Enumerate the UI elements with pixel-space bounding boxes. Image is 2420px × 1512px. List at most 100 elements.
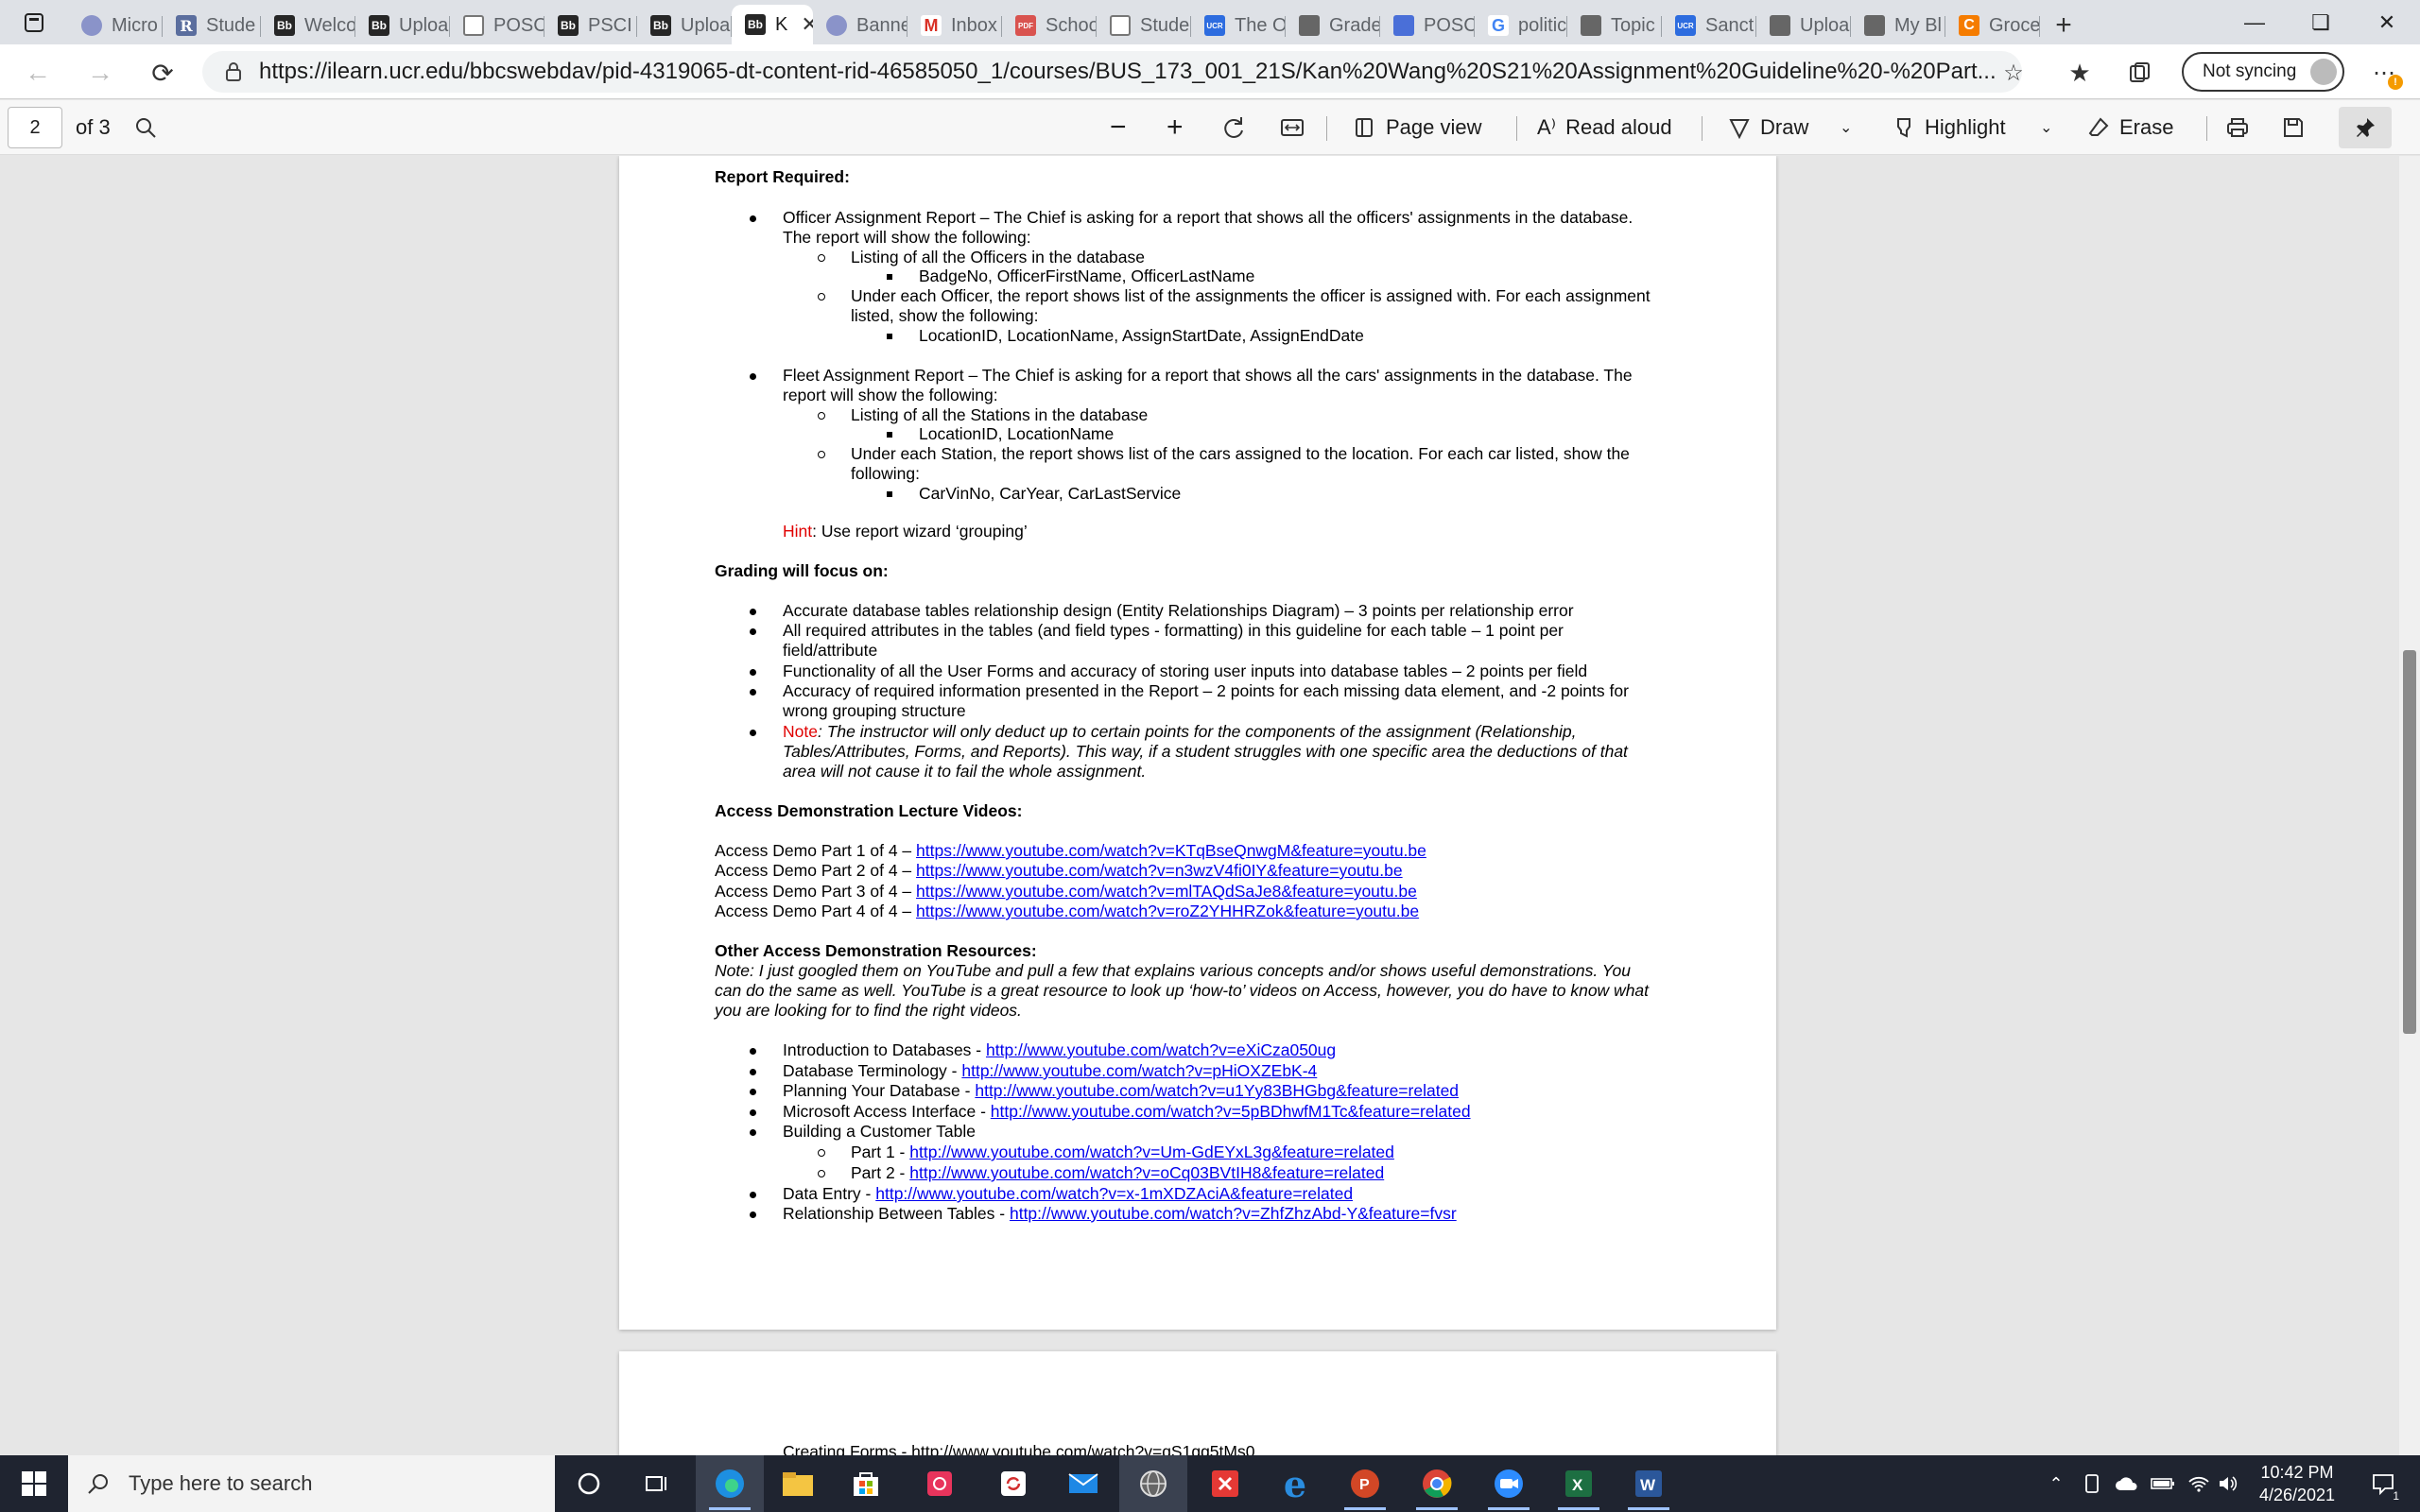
restore-button[interactable]: ❏ (2288, 0, 2354, 44)
browser-tab[interactable]: POSC (1380, 7, 1475, 44)
browser-tab[interactable]: My Bl (1851, 7, 1945, 44)
resource-link[interactable]: http://www.youtube.com/watch?v=pHiOXZEbK… (961, 1061, 1317, 1080)
erase-button[interactable]: Erase (2087, 107, 2173, 148)
demo-link[interactable]: https://www.youtube.com/watch?v=roZ2YHHR… (916, 902, 1419, 920)
edge-taskbar-icon[interactable] (696, 1455, 764, 1512)
browser-tab[interactable]: Bb PSCI 3 (544, 7, 637, 44)
onedrive-cloud-icon[interactable] (2112, 1455, 2142, 1512)
notification-center-icon[interactable]: 1 (2360, 1455, 2407, 1512)
resource-link[interactable]: http://www.youtube.com/watch?v=5pBDhwfM1… (991, 1102, 1471, 1121)
zoom-out-button[interactable]: − (1110, 107, 1127, 148)
resource-link[interactable]: http://www.youtube.com/watch?v=ZhfZhzAbd… (1010, 1204, 1457, 1223)
minimize-button[interactable]: — (2221, 0, 2288, 44)
cortana-icon[interactable] (555, 1455, 623, 1512)
resource-link[interactable]: http://www.youtube.com/watch?v=x-1mXDZAc… (875, 1184, 1353, 1203)
settings-menu-button[interactable]: ⋯ ! (2365, 54, 2403, 92)
powerpoint-icon[interactable]: P (1331, 1455, 1399, 1512)
resource-link[interactable]: http://www.youtube.com/watch?v=eXiCza050… (986, 1040, 1336, 1059)
print-icon[interactable] (2225, 107, 2250, 148)
network-globe-icon[interactable] (1119, 1455, 1187, 1512)
app-red-x-icon[interactable] (1191, 1455, 1259, 1512)
resource-link[interactable]: http://www.youtube.com/watch?v=Um-GdEYxL… (909, 1143, 1394, 1161)
tab-actions-button[interactable] (0, 0, 68, 44)
back-button[interactable]: ← (19, 54, 57, 92)
highlight-dropdown-chevron-down-icon[interactable]: ⌄ (2040, 107, 2052, 148)
draw-button[interactable]: Draw (1728, 107, 1808, 148)
browser-tab[interactable]: Micro (68, 7, 163, 44)
app-sync-icon[interactable] (979, 1455, 1047, 1512)
browser-tab[interactable]: Bb Uploa (355, 7, 450, 44)
zoom-icon[interactable] (1475, 1455, 1543, 1512)
rotate-icon[interactable] (1221, 107, 1246, 148)
resource-link[interactable]: http://www.youtube.com/watch?v=oCq03BVtI… (909, 1163, 1384, 1182)
save-icon[interactable] (2282, 107, 2305, 148)
start-button[interactable] (0, 1455, 68, 1512)
highlight-icon (1897, 118, 1910, 138)
bullet (818, 1149, 825, 1157)
browser-tab[interactable]: Bb Welco (261, 7, 355, 44)
browser-tab[interactable]: UCR The O (1191, 7, 1286, 44)
wifi-icon[interactable] (2184, 1455, 2214, 1512)
battery-icon[interactable] (2148, 1455, 2178, 1512)
browser-tab[interactable]: Bb Uploa (637, 7, 732, 44)
demo-link[interactable]: https://www.youtube.com/watch?v=KTqBseQn… (916, 841, 1426, 860)
close-tab-icon[interactable]: ✕ (801, 12, 813, 37)
vertical-scrollbar[interactable] (2399, 156, 2420, 1455)
system-clock[interactable]: 10:42 PM 4/26/2021 (2240, 1461, 2354, 1506)
browser-tab[interactable]: Stude (1097, 7, 1191, 44)
refresh-button[interactable]: ⟳ (144, 54, 182, 92)
pdf-viewer[interactable]: Report Required: Officer Assignment Repo… (0, 156, 2420, 1455)
mail-icon[interactable] (1049, 1455, 1117, 1512)
taskbar-search-box[interactable]: Type here to search (68, 1455, 555, 1512)
browser-tab[interactable]: PDF Schoo (1002, 7, 1097, 44)
demo-link[interactable]: https://www.youtube.com/watch?v=n3wzV4fi… (916, 861, 1403, 880)
scrollbar-thumb[interactable] (2403, 650, 2416, 1034)
browser-tab[interactable]: C Groce (1945, 7, 2040, 44)
close-window-button[interactable]: ✕ (2354, 0, 2420, 44)
show-hidden-icons-chevron-up-icon[interactable]: ⌃ (2042, 1455, 2070, 1512)
word-icon[interactable]: W (1615, 1455, 1683, 1512)
read-aloud-button[interactable]: A⁾ Read aloud (1537, 107, 1672, 148)
chrome-icon[interactable] (1403, 1455, 1471, 1512)
highlight-button[interactable]: Highlight (1893, 107, 2006, 148)
collections-icon[interactable] (2121, 54, 2159, 92)
browser-tab[interactable]: M Inbox (908, 7, 1002, 44)
browser-tab[interactable]: Bb K ✕ (732, 5, 813, 44)
add-favorite-icon[interactable]: ☆ (1995, 54, 2032, 92)
browser-tab[interactable]: POSC (450, 7, 544, 44)
tab-label: Stude (206, 14, 256, 36)
fit-width-icon[interactable] (1280, 107, 1305, 148)
internet-explorer-icon[interactable]: e (1261, 1455, 1329, 1512)
browser-tab[interactable]: Grade (1286, 7, 1380, 44)
browser-tab[interactable]: Uploa (1756, 7, 1851, 44)
resource-link[interactable]: http://www.youtube.com/watch?v=u1Yy83BHG… (975, 1081, 1459, 1100)
favorites-icon[interactable]: ★ (2061, 54, 2099, 92)
draw-dropdown-chevron-down-icon[interactable]: ⌄ (1840, 107, 1852, 148)
ucr-favicon-icon: UCR (1204, 15, 1225, 36)
volume-icon[interactable] (2214, 1455, 2242, 1512)
browser-tab[interactable]: R Stude (163, 7, 261, 44)
url-field[interactable]: https://ilearn.ucr.edu/bbcswebdav/pid-43… (202, 51, 2022, 93)
browser-tab[interactable]: Topic (1567, 7, 1662, 44)
pin-toolbar-icon[interactable] (2339, 107, 2392, 148)
profile-sync-button[interactable]: Not syncing (2182, 52, 2344, 92)
tab-actions-icon (25, 12, 43, 32)
search-icon[interactable] (134, 107, 157, 148)
browser-tab[interactable]: Gpolitic (1475, 7, 1567, 44)
browser-tab[interactable]: Banne (813, 7, 908, 44)
forward-button[interactable]: → (81, 54, 119, 92)
app-pink-icon[interactable] (906, 1455, 974, 1512)
browser-tab[interactable]: UCR Sanct (1662, 7, 1756, 44)
page-number-input[interactable]: 2 (8, 107, 62, 148)
task-view-icon[interactable] (623, 1455, 691, 1512)
excel-icon[interactable]: X (1545, 1455, 1613, 1512)
zoom-in-button[interactable]: + (1167, 107, 1184, 148)
note-text: Note: I just googled them on YouTube and… (715, 961, 1631, 980)
body-text: Accuracy of required information present… (783, 681, 1629, 700)
demo-link[interactable]: https://www.youtube.com/watch?v=mlTAQdSa… (916, 882, 1417, 901)
store-icon[interactable] (832, 1455, 900, 1512)
page-view-button[interactable]: Page view (1354, 107, 1482, 148)
new-tab-button[interactable]: + (2040, 7, 2087, 44)
device-icon[interactable] (2078, 1455, 2106, 1512)
file-explorer-icon[interactable] (764, 1455, 832, 1512)
